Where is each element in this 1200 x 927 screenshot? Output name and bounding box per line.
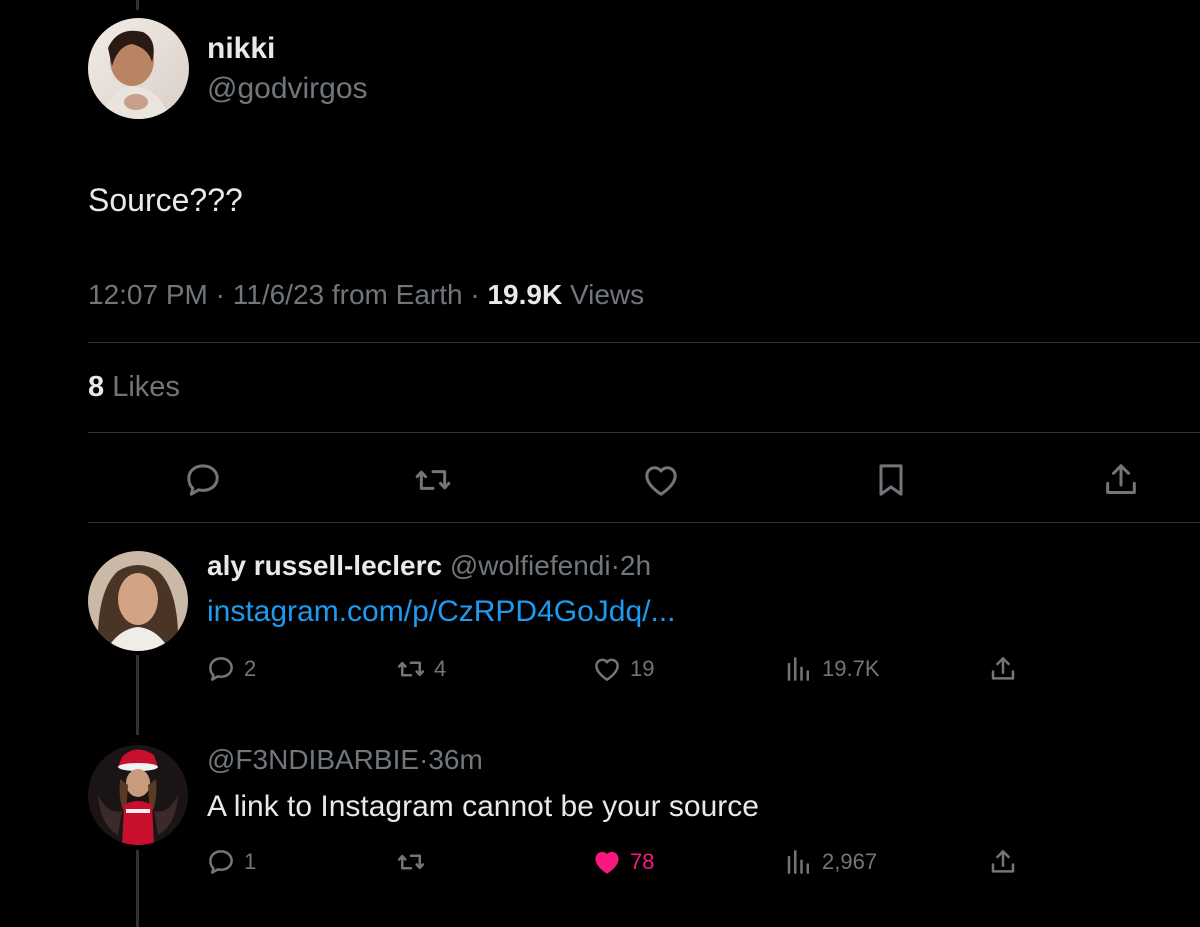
divider: [88, 522, 1200, 523]
reply-count: 2: [244, 656, 257, 681]
reply-stat-retweets[interactable]: 4: [396, 654, 446, 684]
reply-stat-replies[interactable]: 1: [206, 847, 256, 877]
reply-handle[interactable]: @wolfiefendi: [450, 550, 611, 581]
tweet-time[interactable]: 12:07 PM: [88, 279, 208, 310]
reply-stat-views[interactable]: 2,967: [784, 847, 877, 877]
reply-link[interactable]: instagram.com/p/CzRPD4GoJdq/...: [207, 595, 676, 629]
meta-separator: ·: [215, 279, 225, 310]
like-icon[interactable]: [641, 460, 681, 500]
reply-stat-retweets[interactable]: [396, 847, 434, 877]
reply-stat-share[interactable]: [988, 847, 1018, 877]
reply-text: A link to Instagram cannot be your sourc…: [207, 790, 759, 823]
reply-stat-likes[interactable]: 78: [592, 847, 654, 877]
tweet-meta: 12:07 PM · 11/6/23 from Earth · 19.9K Vi…: [88, 279, 644, 311]
view-count: 19.7K: [822, 656, 880, 681]
reply-stat-views[interactable]: 19.7K: [784, 654, 880, 684]
divider: [88, 432, 1200, 433]
tweet-text: Source???: [88, 182, 243, 218]
author-display-name[interactable]: nikki: [207, 32, 275, 66]
tweet-date-location: 11/6/23 from Earth: [232, 279, 463, 310]
avatar-main[interactable]: [88, 18, 189, 119]
meta-separator: ·: [419, 744, 429, 775]
meta-separator: ·: [470, 279, 480, 310]
view-count: 2,967: [822, 849, 878, 874]
reply-header: aly russell-leclerc @wolfiefendi·2h: [207, 550, 651, 582]
bookmark-icon[interactable]: [871, 460, 911, 500]
thread-line-reply-2: [136, 850, 139, 927]
share-icon: [991, 657, 1015, 680]
views-icon: [787, 657, 809, 681]
reply-count: 1: [244, 849, 257, 874]
likes-summary[interactable]: 8 Likes: [88, 371, 180, 404]
liked-heart-icon: [595, 851, 619, 874]
reply-icon[interactable]: [183, 460, 223, 500]
reply-icon: [209, 850, 233, 874]
divider: [88, 342, 1200, 343]
like-icon: [595, 658, 619, 681]
likes-count: 8: [88, 371, 105, 403]
share-icon: [991, 850, 1015, 873]
reply-stat-share[interactable]: [988, 654, 1018, 684]
likes-label: Likes: [112, 371, 180, 403]
reply-handle[interactable]: @F3NDIBARBIE: [207, 744, 419, 775]
like-count: 19: [630, 656, 655, 681]
like-count: 78: [630, 849, 655, 874]
retweet-icon: [397, 854, 425, 870]
views-icon: [787, 850, 809, 874]
reply-header: @F3NDIBARBIE·36m: [207, 744, 483, 776]
thread-line-top: [136, 0, 139, 10]
share-icon[interactable]: [1101, 460, 1141, 500]
retweet-icon[interactable]: [413, 460, 453, 500]
avatar-reply-2[interactable]: [88, 745, 188, 845]
reply-time[interactable]: 2h: [620, 550, 651, 581]
avatar-reply-1[interactable]: [88, 551, 188, 651]
retweet-count: 4: [434, 656, 447, 681]
reply-display-name[interactable]: aly russell-leclerc: [207, 550, 442, 581]
views-label: Views: [569, 279, 645, 310]
author-handle[interactable]: @godvirgos: [207, 72, 368, 106]
reply-icon: [209, 657, 233, 681]
reply-stat-likes[interactable]: 19: [592, 654, 654, 684]
meta-separator: ·: [610, 550, 620, 581]
reply-time[interactable]: 36m: [428, 744, 482, 775]
retweet-icon: [397, 661, 425, 677]
views-count: 19.9K: [487, 279, 563, 310]
thread-line-reply-1: [136, 655, 139, 735]
reply-stat-replies[interactable]: 2: [206, 654, 256, 684]
